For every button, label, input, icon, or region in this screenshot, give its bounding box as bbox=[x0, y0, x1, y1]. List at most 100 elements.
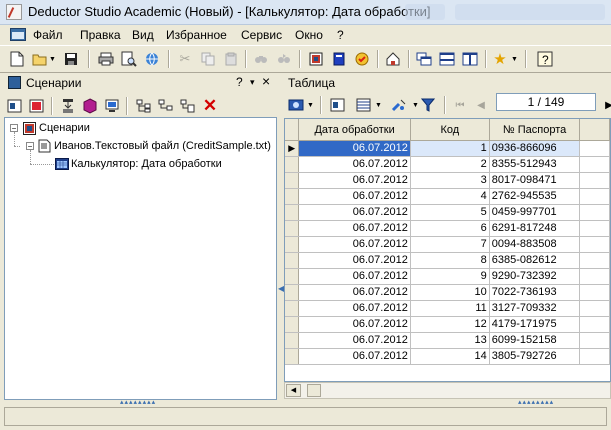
tree-node-root[interactable]: Сценарии bbox=[23, 120, 90, 136]
column-header-code[interactable]: Код bbox=[410, 119, 490, 141]
processing-icon[interactable] bbox=[81, 97, 99, 115]
next-column-cell[interactable] bbox=[579, 188, 610, 205]
code-cell[interactable]: 12 bbox=[410, 316, 490, 333]
tree-expand-icon[interactable] bbox=[135, 97, 153, 115]
scenario-settings-icon[interactable] bbox=[6, 97, 24, 115]
code-cell[interactable]: 13 bbox=[410, 332, 490, 349]
next-column-cell[interactable] bbox=[579, 236, 610, 253]
scroll-thumb[interactable] bbox=[307, 384, 321, 397]
tree-node-calculator[interactable]: Калькулятор: Дата обработки bbox=[55, 156, 222, 172]
date-cell[interactable]: 06.07.2012 bbox=[298, 284, 411, 301]
code-cell[interactable]: 4 bbox=[410, 188, 490, 205]
windows-horizontal-icon[interactable] bbox=[438, 50, 456, 68]
calc-field-icon[interactable] bbox=[390, 96, 408, 114]
passport-cell[interactable]: 7022-736193 bbox=[489, 284, 581, 301]
first-record-icon[interactable]: ⏮ bbox=[451, 96, 469, 114]
next-column-cell[interactable] bbox=[579, 300, 610, 317]
row-indicator[interactable] bbox=[285, 220, 300, 237]
menu-edit[interactable]: Правка bbox=[80, 28, 121, 42]
menu-view[interactable]: Вид bbox=[132, 28, 154, 42]
table-row[interactable]: ▶ 06.07.2012 1 0936-866096 bbox=[285, 140, 610, 157]
date-cell[interactable]: 06.07.2012 bbox=[298, 316, 411, 333]
next-column-cell[interactable] bbox=[579, 140, 610, 157]
next-column-cell[interactable] bbox=[579, 172, 610, 189]
code-cell[interactable]: 5 bbox=[410, 204, 490, 221]
import-icon[interactable] bbox=[59, 97, 77, 115]
find-next-icon[interactable] bbox=[275, 50, 293, 68]
menu-window[interactable]: Окно bbox=[295, 28, 323, 42]
row-indicator[interactable] bbox=[285, 172, 300, 189]
table-row[interactable]: 06.07.2012 3 8017-098471 bbox=[285, 172, 610, 189]
code-cell[interactable]: 3 bbox=[410, 172, 490, 189]
table-row[interactable]: 06.07.2012 7 0094-883508 bbox=[285, 236, 610, 253]
table-row[interactable]: 06.07.2012 12 4179-171975 bbox=[285, 316, 610, 333]
windows-vertical-icon[interactable] bbox=[461, 50, 479, 68]
find-icon[interactable] bbox=[252, 50, 270, 68]
tree-node-text-file[interactable]: Иванов.Текстовый файл (CreditSample.txt) bbox=[38, 138, 271, 154]
book-icon[interactable] bbox=[330, 50, 348, 68]
scroll-left-icon[interactable]: ◀ bbox=[286, 384, 301, 397]
scenario-icon[interactable] bbox=[307, 50, 325, 68]
paste-icon[interactable] bbox=[222, 50, 240, 68]
row-indicator[interactable] bbox=[285, 284, 300, 301]
view-dropdown-icon[interactable]: ▼ bbox=[306, 96, 315, 114]
scenario-wizard-icon[interactable] bbox=[28, 97, 46, 115]
date-cell[interactable]: 06.07.2012 bbox=[298, 268, 411, 285]
table-row[interactable]: 06.07.2012 4 2762-945535 bbox=[285, 188, 610, 205]
passport-cell[interactable]: 9290-732392 bbox=[489, 268, 581, 285]
date-cell[interactable]: 06.07.2012 bbox=[298, 172, 411, 189]
passport-cell[interactable]: 3127-709332 bbox=[489, 300, 581, 317]
menu-file[interactable]: Файл bbox=[33, 28, 63, 42]
date-cell[interactable]: 06.07.2012 bbox=[298, 188, 411, 205]
next-column-cell[interactable] bbox=[579, 268, 610, 285]
date-cell[interactable]: 06.07.2012 bbox=[298, 252, 411, 269]
print-icon[interactable] bbox=[97, 50, 115, 68]
passport-cell[interactable]: 4179-171975 bbox=[489, 316, 581, 333]
date-cell[interactable]: 06.07.2012 bbox=[298, 220, 411, 237]
scenarios-tree[interactable]: − Сценарии − Иванов.Текстовый файл (Cred… bbox=[4, 117, 277, 400]
code-cell[interactable]: 2 bbox=[410, 156, 490, 173]
columns-icon[interactable] bbox=[355, 96, 373, 114]
passport-cell[interactable]: 2762-945535 bbox=[489, 188, 581, 205]
code-cell[interactable]: 10 bbox=[410, 284, 490, 301]
next-column-cell[interactable] bbox=[579, 156, 610, 173]
help-icon[interactable]: ? bbox=[536, 50, 554, 68]
passport-cell[interactable]: 3805-792726 bbox=[489, 348, 581, 365]
view-select-icon[interactable] bbox=[287, 96, 305, 114]
code-cell[interactable]: 8 bbox=[410, 252, 490, 269]
delete-icon[interactable]: ✕ bbox=[201, 96, 219, 115]
panel-close-button[interactable]: × bbox=[262, 73, 270, 89]
row-indicator[interactable] bbox=[285, 156, 300, 173]
right-panel-grip-icon[interactable]: ▴▴▴▴▴▴▴▴ bbox=[518, 398, 554, 406]
table-row[interactable]: 06.07.2012 9 9290-732392 bbox=[285, 268, 610, 285]
next-column-cell[interactable] bbox=[579, 348, 610, 365]
code-cell[interactable]: 11 bbox=[410, 300, 490, 317]
row-indicator[interactable] bbox=[285, 268, 300, 285]
next-column-cell[interactable] bbox=[579, 316, 610, 333]
row-indicator[interactable] bbox=[285, 204, 300, 221]
record-position-field[interactable]: 1 / 149 bbox=[496, 93, 596, 111]
save-icon[interactable] bbox=[62, 50, 80, 68]
tree-collapse-icon[interactable] bbox=[157, 97, 175, 115]
collapse-toggle[interactable]: − bbox=[26, 142, 34, 151]
date-cell[interactable]: 06.07.2012 bbox=[298, 236, 411, 253]
passport-cell[interactable]: 6291-817248 bbox=[489, 220, 581, 237]
tree-copy-icon[interactable] bbox=[179, 97, 197, 115]
windows-cascade-icon[interactable] bbox=[415, 50, 433, 68]
date-cell[interactable]: 06.07.2012 bbox=[298, 204, 411, 221]
date-cell[interactable]: 06.07.2012 bbox=[298, 140, 411, 157]
open-dropdown-icon[interactable]: ▼ bbox=[48, 50, 57, 68]
title-bar[interactable]: Deductor Studio Academic (Новый) - [Каль… bbox=[0, 0, 611, 25]
table-row[interactable]: 06.07.2012 14 3805-792726 bbox=[285, 348, 610, 365]
column-header-next[interactable] bbox=[579, 119, 610, 141]
left-panel-grip-icon[interactable]: ▴▴▴▴▴▴▴▴ bbox=[120, 398, 156, 406]
passport-cell[interactable]: 6099-152158 bbox=[489, 332, 581, 349]
menu-service[interactable]: Сервис bbox=[241, 28, 282, 42]
passport-cell[interactable]: 6385-082612 bbox=[489, 252, 581, 269]
print-preview-icon[interactable] bbox=[120, 50, 138, 68]
collapse-toggle[interactable]: − bbox=[10, 124, 18, 133]
code-cell[interactable]: 9 bbox=[410, 268, 490, 285]
horizontal-scrollbar[interactable]: ◀ bbox=[284, 382, 611, 399]
passport-cell[interactable]: 0094-883508 bbox=[489, 236, 581, 253]
row-indicator[interactable] bbox=[285, 188, 300, 205]
